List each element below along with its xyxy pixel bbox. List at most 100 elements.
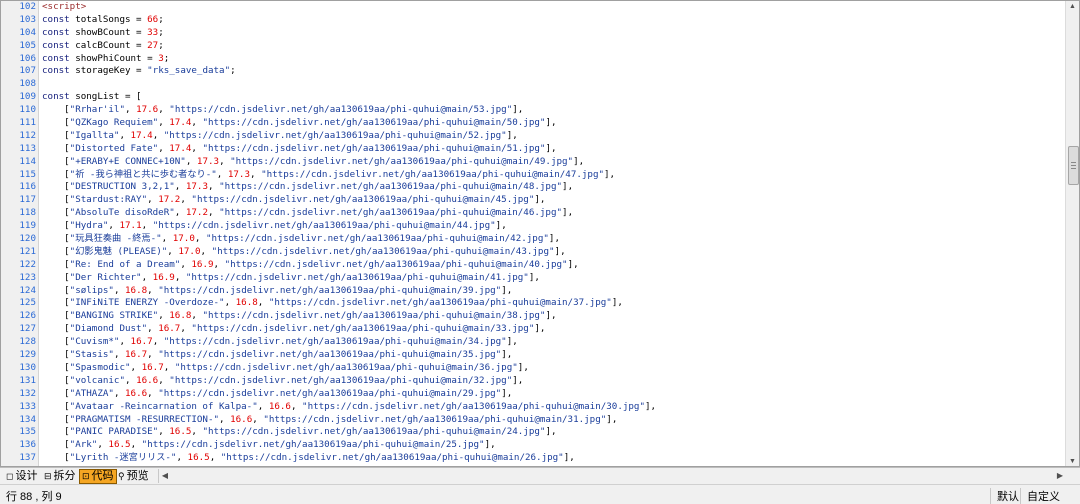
code-line[interactable]: 128 ["Cuvism*", 16.7, "https://cdn.jsdel… bbox=[1, 336, 1065, 349]
line-number: 131 bbox=[19, 374, 36, 386]
code-token: showBCount = bbox=[69, 26, 148, 38]
line-number: 113 bbox=[19, 142, 36, 154]
code-token: [ bbox=[42, 129, 70, 141]
tab-split[interactable]: ⊟ 拆分 bbox=[42, 469, 78, 484]
code-line[interactable]: 121 ["幻影鬼魅 (PLEASE)", 17.0, "https://cdn… bbox=[1, 246, 1065, 259]
code-token: , bbox=[174, 271, 186, 283]
code-line[interactable]: 119 ["Hydra", 17.1, "https://cdn.jsdeliv… bbox=[1, 220, 1065, 233]
code-editor[interactable]: 102 <script> 103 const totalSongs = 66; 104 c… bbox=[0, 0, 1080, 467]
code-line[interactable]: 126 ["BANGING STRIKE", 16.8, "https://cd… bbox=[1, 310, 1065, 323]
code-token: , bbox=[208, 181, 220, 193]
code-token: "https://cdn.jsdelivr.net/gh/aa130619aa/… bbox=[202, 117, 546, 129]
code-token: ; bbox=[158, 39, 164, 51]
code-line[interactable]: 116 ["DESTRUCTION 3,2,1", 17.3, "https:/… bbox=[1, 181, 1065, 194]
line-number: 133 bbox=[19, 400, 36, 412]
code-line[interactable]: 129 ["Stasis", 16.7, "https://cdn.jsdeli… bbox=[1, 349, 1065, 362]
vertical-scrollbar[interactable]: ▲ ▼ bbox=[1065, 1, 1079, 466]
code-line[interactable]: 127 ["Diamond Dust", 16.7, "https://cdn.… bbox=[1, 323, 1065, 336]
code-line[interactable]: 120 ["玩具狂奏曲 -終焉-", 17.0, "https://cdn.js… bbox=[1, 233, 1065, 246]
tab-design[interactable]: ◻ 设计 bbox=[4, 469, 39, 484]
code-line[interactable]: 111 ["QZKago Requiem", 17.4, "https://cd… bbox=[1, 117, 1065, 130]
code-token: [ bbox=[42, 104, 70, 116]
code-token: , bbox=[130, 439, 142, 451]
code-token: ], bbox=[545, 310, 557, 322]
code-token: const bbox=[42, 26, 70, 38]
code-text: ["Der Richter", 16.9, "https://cdn.jsdel… bbox=[42, 272, 540, 285]
code-line[interactable]: 136 ["Ark", 16.5, "https://cdn.jsdelivr.… bbox=[1, 439, 1065, 452]
code-token: 17.0 bbox=[178, 245, 201, 257]
code-line[interactable]: 122 ["Re: End of a Dream", 16.9, "https:… bbox=[1, 259, 1065, 272]
code-line[interactable]: 109 const songList = [ bbox=[1, 91, 1065, 104]
code-area[interactable]: 102 <script> 103 const totalSongs = 66; 104 c… bbox=[1, 1, 1065, 466]
code-token: , bbox=[113, 387, 126, 399]
code-line[interactable]: 133 ["Avataar -Reincarnation of Kalpa-",… bbox=[1, 401, 1065, 414]
line-number: 125 bbox=[19, 297, 36, 309]
code-token: const bbox=[42, 65, 70, 77]
code-line[interactable]: 123 ["Der Richter", 16.9, "https://cdn.j… bbox=[1, 272, 1065, 285]
code-line[interactable]: 106 const showPhiCount = 3; bbox=[1, 53, 1065, 66]
code-line[interactable]: 104 const showBCount = 33; bbox=[1, 27, 1065, 40]
code-token: 17.2 bbox=[158, 194, 181, 206]
code-token: "PRAGMATISM -RESURRECTION-" bbox=[69, 413, 220, 425]
scroll-left-icon[interactable]: ◀ bbox=[158, 469, 171, 483]
code-line[interactable]: 102 <script> bbox=[1, 1, 1065, 14]
code-text: ["QZKago Requiem", 17.4, "https://cdn.js… bbox=[42, 117, 556, 130]
encoding-status[interactable]: 默认 bbox=[990, 488, 1019, 504]
code-token: 17.3 bbox=[227, 168, 250, 180]
scroll-right-icon[interactable]: ▶ bbox=[1054, 469, 1066, 483]
code-line[interactable]: 125 ["INFiNiTE ENERZY -Overdoze-", 16.8,… bbox=[1, 297, 1065, 310]
code-token: , bbox=[176, 452, 188, 464]
code-token: ], bbox=[512, 104, 524, 116]
code-line[interactable]: 112 ["Igallta", 17.4, "https://cdn.jsdel… bbox=[1, 130, 1065, 143]
code-text: const songList = [ bbox=[42, 91, 142, 104]
code-line[interactable]: 137 ["Lyrith -迷宮リリス-", 16.5, "https://cd… bbox=[1, 452, 1065, 465]
code-line[interactable]: 117 ["Stardust:RAY", 17.2, "https://cdn.… bbox=[1, 194, 1065, 207]
scroll-up-icon[interactable]: ▲ bbox=[1066, 1, 1079, 13]
code-line[interactable]: 107 const storageKey = "rks_save_data"; bbox=[1, 65, 1065, 78]
code-line[interactable]: 115 ["祈 -我ら神祖と共に歩む者なり-", 17.3, "https://… bbox=[1, 169, 1065, 182]
code-text: ["DESTRUCTION 3,2,1", 17.3, "https://cdn… bbox=[42, 181, 573, 194]
code-text: ["INFiNiTE ENERZY -Overdoze-", 16.8, "ht… bbox=[42, 297, 623, 310]
code-line[interactable]: 130 ["Spasmodic", 16.7, "https://cdn.jsd… bbox=[1, 362, 1065, 375]
code-token: , bbox=[219, 413, 231, 425]
code-text: ["Hydra", 17.1, "https://cdn.jsdelivr.ne… bbox=[42, 220, 507, 233]
code-line[interactable]: 131 ["volcanic", 16.6, "https://cdn.jsde… bbox=[1, 375, 1065, 388]
code-text: ["ATHAZA", 16.6, "https://cdn.jsdelivr.n… bbox=[42, 388, 512, 401]
code-token: "PANIC PARADISE" bbox=[69, 426, 159, 438]
custom-status[interactable]: 自定义 bbox=[1020, 488, 1060, 504]
code-token: , bbox=[119, 129, 131, 141]
code-line[interactable]: 114 ["+ERABY+E CONNEC+10N", 17.3, "https… bbox=[1, 156, 1065, 169]
code-token: , bbox=[174, 207, 186, 219]
line-number: 134 bbox=[19, 413, 36, 425]
scrollbar-thumb[interactable] bbox=[1068, 146, 1079, 185]
code-line[interactable]: 108 bbox=[1, 78, 1065, 91]
code-line[interactable]: 110 ["Rrhar'il", 17.6, "https://cdn.jsde… bbox=[1, 104, 1065, 117]
code-line[interactable]: 134 ["PRAGMATISM -RESURRECTION-", 16.6, … bbox=[1, 414, 1065, 427]
tab-code[interactable]: ⊡ 代码 bbox=[79, 469, 117, 484]
code-line[interactable]: 113 ["Distorted Fate", 17.4, "https://cd… bbox=[1, 143, 1065, 156]
design-icon: ◻ bbox=[6, 471, 14, 481]
line-number: 122 bbox=[19, 258, 36, 270]
code-token: [ bbox=[42, 207, 70, 219]
code-line[interactable]: 103 const totalSongs = 66; bbox=[1, 14, 1065, 27]
code-line[interactable]: 135 ["PANIC PARADISE", 16.5, "https://cd… bbox=[1, 426, 1065, 439]
scroll-down-icon[interactable]: ▼ bbox=[1066, 456, 1079, 466]
code-line[interactable]: 132 ["ATHAZA", 16.6, "https://cdn.jsdeli… bbox=[1, 388, 1065, 401]
code-line[interactable]: 118 ["AbsoluTe disoRdeR", 17.2, "https:/… bbox=[1, 207, 1065, 220]
code-token: "https://cdn.jsdelivr.net/gh/aa130619aa/… bbox=[158, 284, 502, 296]
tab-label: 设计 bbox=[15, 470, 38, 482]
tab-preview[interactable]: ⚲ 预览 bbox=[116, 469, 151, 484]
code-token: ], bbox=[548, 233, 560, 245]
code-token: ], bbox=[545, 142, 557, 154]
code-token: storageKey = bbox=[69, 65, 148, 77]
code-text: ["Diamond Dust", 16.7, "https://cdn.jsde… bbox=[42, 323, 545, 336]
code-line[interactable]: 105 const calcBCount = 27; bbox=[1, 40, 1065, 53]
code-token: "+ERABY+E CONNEC+10N" bbox=[69, 155, 186, 167]
code-token: [ bbox=[42, 297, 70, 309]
code-token: "玩具狂奏曲 -終焉-" bbox=[69, 233, 162, 245]
code-line[interactable]: 124 ["sølips", 16.8, "https://cdn.jsdeli… bbox=[1, 285, 1065, 298]
code-token: 16.9 bbox=[152, 271, 175, 283]
code-token: , bbox=[257, 297, 269, 309]
line-number: 106 bbox=[19, 52, 36, 64]
line-number: 103 bbox=[19, 13, 36, 25]
